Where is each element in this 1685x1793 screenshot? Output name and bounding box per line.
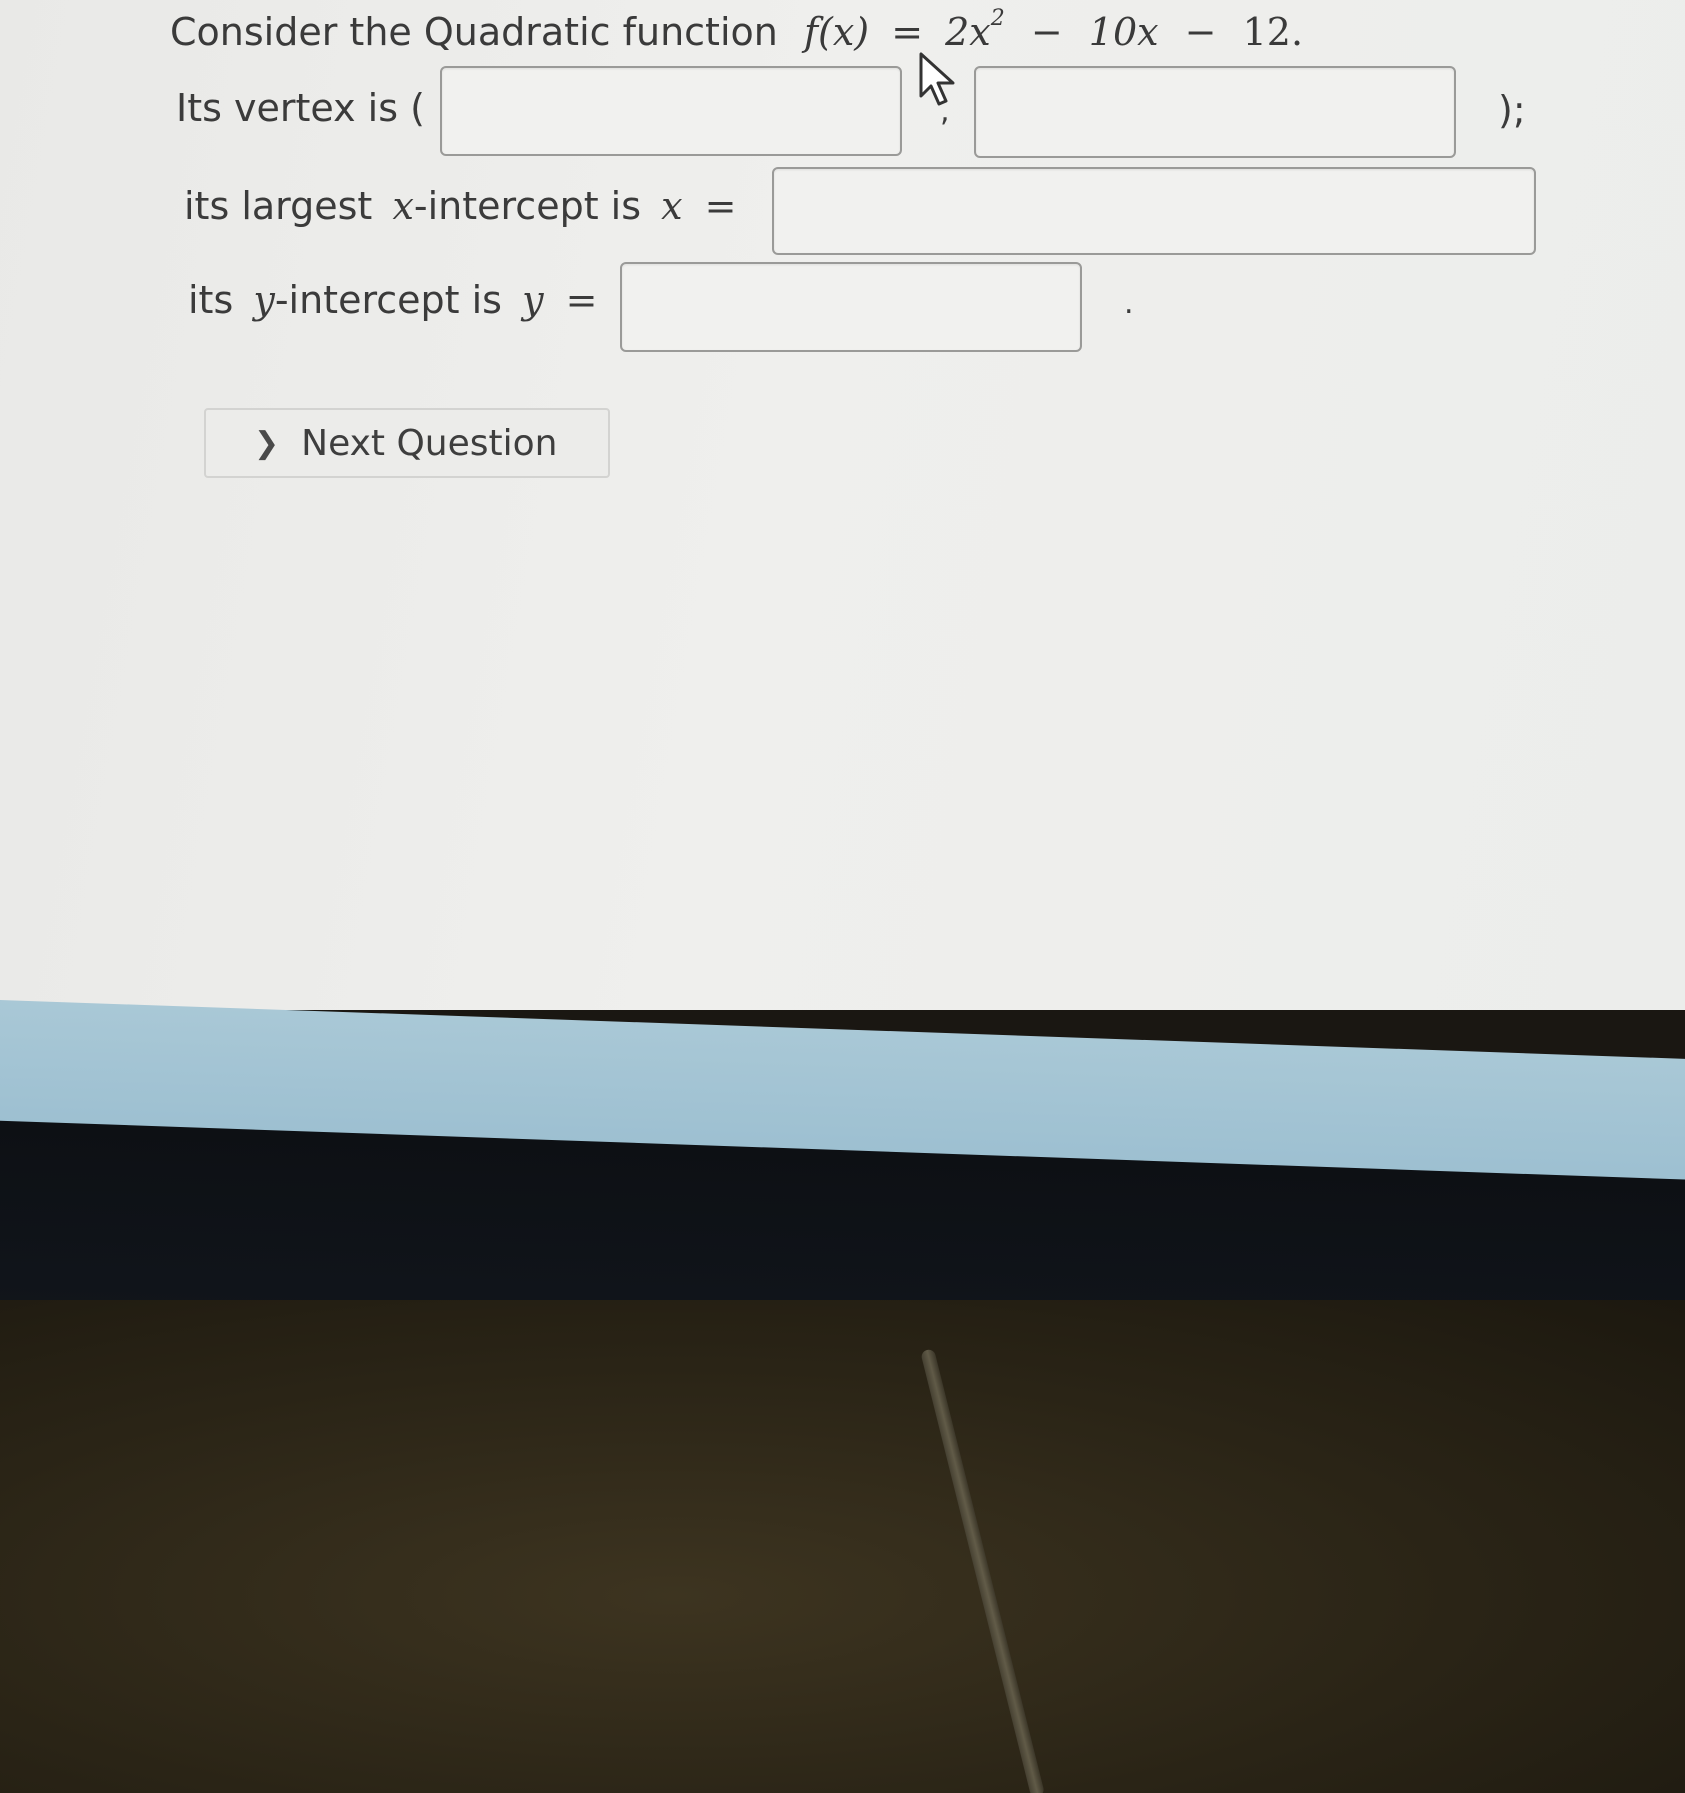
screen: Consider the Quadratic function f(x) = 2… [0,0,1685,1010]
y-intercept-period: . [1124,286,1134,321]
next-question-button[interactable]: ❯ Next Question [204,408,610,478]
term-linear: 10x [1088,10,1159,54]
vertex-x-input[interactable] [440,66,902,156]
equals-sign: = [891,10,924,54]
question-text: Consider the Quadratic function f(x) = 2… [170,6,1303,54]
vertex-y-input[interactable] [974,66,1456,158]
function-lhs: f(x) [803,10,870,54]
minus-sign: − [1030,10,1063,54]
x-intercept-input[interactable] [772,167,1536,255]
question-intro: Consider the Quadratic function [170,10,778,54]
exponent: 2 [990,6,1005,31]
next-question-label: Next Question [301,422,558,464]
y-intercept-input[interactable] [620,262,1082,352]
desk-surface [0,1300,1685,1793]
photo-frame: Consider the Quadratic function f(x) = 2… [0,0,1685,1793]
mouse-pointer-icon [919,52,955,106]
chevron-right-icon: ❯ [254,425,280,461]
vertex-label: Its vertex is ( [176,86,425,130]
y-intercept-label: its y-intercept is y = [188,278,598,322]
x-intercept-label: its largest x-intercept is x = [184,184,737,228]
term-quadratic: 2x2 [945,6,1005,54]
term-constant: 12. [1242,10,1304,54]
vertex-close: ); [1498,88,1526,132]
minus-sign: − [1184,10,1217,54]
